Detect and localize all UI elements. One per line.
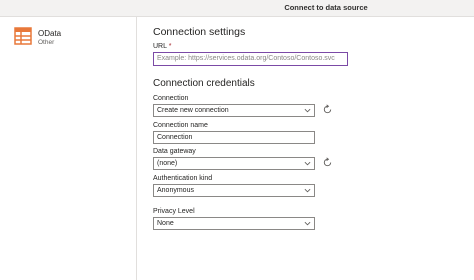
authentication-kind-dropdown[interactable]: Anonymous — [153, 184, 315, 197]
connection-value: Create new connection — [157, 107, 229, 114]
authentication-kind-label: Authentication kind — [153, 175, 213, 182]
datasource-panel: OData Other — [0, 17, 137, 280]
connection-name-input[interactable]: Connection — [153, 131, 315, 144]
datasource-card[interactable]: OData Other — [14, 27, 124, 51]
chevron-down-icon — [304, 108, 311, 113]
refresh-icon[interactable] — [322, 157, 333, 168]
title-bar: Connect to data source — [0, 0, 474, 17]
data-gateway-value: (none) — [157, 160, 178, 167]
url-label: URL * — [153, 43, 172, 50]
chevron-down-icon — [304, 221, 311, 226]
url-placeholder: Example: https://services.odata.org/Cont… — [157, 55, 335, 62]
privacy-level-value: None — [157, 220, 174, 227]
datasource-category: Other — [38, 39, 55, 46]
chevron-down-icon — [304, 188, 311, 193]
connection-credentials-heading: Connection credentials — [153, 78, 255, 89]
connection-settings-heading: Connection settings — [153, 26, 246, 38]
data-gateway-dropdown[interactable]: (none) — [153, 157, 315, 170]
connection-dropdown[interactable]: Create new connection — [153, 104, 315, 117]
chevron-down-icon — [304, 161, 311, 166]
privacy-level-label: Privacy Level — [153, 208, 195, 215]
refresh-icon[interactable] — [322, 104, 333, 115]
connection-name-value: Connection — [157, 134, 193, 141]
connection-label: Connection — [153, 95, 189, 102]
window-title: Connect to data source — [284, 3, 368, 12]
required-marker: * — [168, 43, 172, 50]
url-input[interactable]: Example: https://services.odata.org/Cont… — [153, 52, 348, 66]
privacy-level-dropdown[interactable]: None — [153, 217, 315, 230]
authentication-kind-value: Anonymous — [157, 187, 194, 194]
table-grid-icon — [14, 27, 32, 45]
data-gateway-label: Data gateway — [153, 148, 196, 155]
datasource-name: OData — [38, 29, 62, 38]
connection-name-label: Connection name — [153, 122, 208, 129]
